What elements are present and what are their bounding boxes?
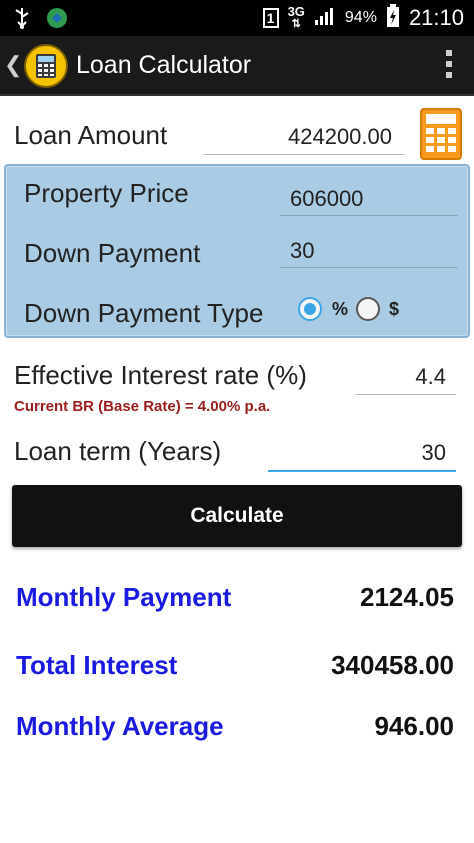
interest-rate-underline: [356, 394, 456, 395]
property-price-underline: [280, 215, 458, 216]
monthly-average-value: 946.00: [374, 711, 454, 741]
loan-term-underline: [268, 470, 456, 472]
sim-icon: 1: [262, 8, 279, 28]
overflow-menu-icon[interactable]: [446, 50, 454, 84]
down-payment-label: Down Payment: [24, 238, 201, 268]
interest-rate-label: Effective Interest rate (%): [14, 360, 307, 390]
property-price-field[interactable]: 606000: [290, 186, 363, 212]
total-interest-label: Total Interest: [16, 650, 178, 680]
percent-radio[interactable]: [298, 297, 322, 321]
calculate-button[interactable]: Calculate: [12, 485, 462, 547]
property-price-label: Property Price: [24, 178, 189, 208]
loan-term-label: Loan term (Years): [14, 436, 222, 466]
down-payment-type-label: Down Payment Type: [24, 298, 264, 328]
interest-rate-field[interactable]: 4.4: [415, 364, 446, 390]
loan-amount-field[interactable]: 424200.00: [288, 124, 392, 150]
usb-icon: [12, 6, 32, 35]
action-bar: ❮ Loan Calculator: [0, 36, 474, 96]
status-bar: 1 3G ⇅ 94% 21:10: [0, 0, 474, 36]
monthly-payment-value: 2124.05: [360, 582, 454, 612]
app-logo-icon[interactable]: [24, 44, 68, 88]
base-rate-note: Current BR (Base Rate) = 4.00% p.a.: [14, 398, 271, 415]
signal-icon: [314, 6, 336, 31]
battery-charging-icon: [386, 3, 400, 33]
loan-term-field[interactable]: 30: [422, 440, 446, 466]
dollar-radio[interactable]: [356, 297, 380, 321]
network-3g-icon: 3G ⇅: [287, 4, 305, 30]
app-notification-icon: [46, 7, 68, 34]
battery-label: 94%: [344, 9, 377, 26]
percent-option-label: %: [332, 299, 349, 319]
app-title: Loan Calculator: [76, 51, 252, 79]
loan-amount-underline: [204, 154, 404, 155]
monthly-average-label: Monthly Average: [16, 711, 224, 741]
total-interest-value: 340458.00: [331, 650, 454, 680]
calculator-icon[interactable]: [420, 108, 462, 160]
monthly-payment-label: Monthly Payment: [16, 582, 232, 612]
down-payment-field[interactable]: 30: [290, 238, 314, 264]
back-icon[interactable]: ❮: [4, 52, 22, 78]
dollar-option-label: $: [389, 299, 400, 319]
down-payment-underline: [280, 267, 458, 268]
clock: 21:10: [408, 5, 464, 30]
loan-amount-label: Loan Amount: [14, 120, 168, 150]
